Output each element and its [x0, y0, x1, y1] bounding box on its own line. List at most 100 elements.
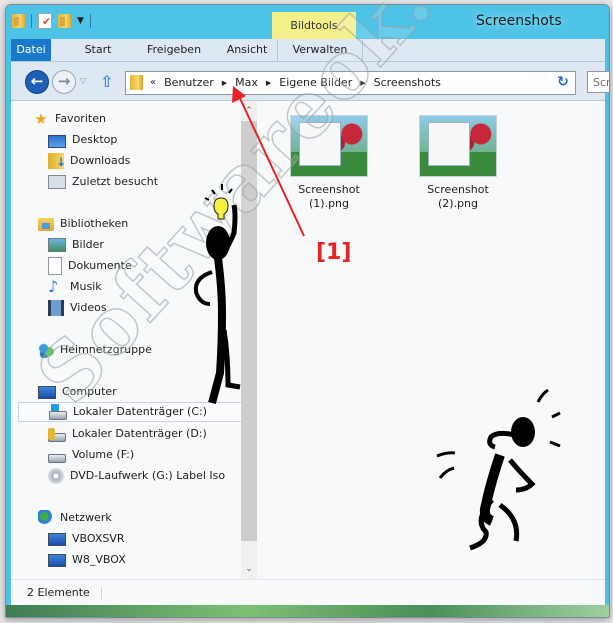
nav-label: Videos — [70, 301, 107, 314]
tab-ansicht[interactable]: Ansicht — [214, 39, 280, 61]
tab-verwalten[interactable]: Verwalten — [277, 39, 363, 61]
file-item[interactable]: Screenshot (2).png — [414, 115, 502, 211]
nav-label: Bilder — [72, 238, 104, 251]
nav-label: Lokaler Datenträger (D:) — [72, 427, 207, 440]
file-name: Screenshot (2).png — [414, 183, 502, 211]
nav-label: Desktop — [72, 133, 118, 146]
nav-label: Zuletzt besucht — [72, 175, 159, 188]
nav-computer[interactable]: Computer — [38, 382, 117, 402]
address-toolbar: ← → ▽ ⇧ « Benutzer ▶ Max ▶ Eigene Bilder… — [11, 62, 609, 101]
file-name: Screenshot (1).png — [285, 183, 373, 211]
network-icon — [38, 510, 54, 526]
nav-label: Netzwerk — [60, 511, 112, 524]
file-name-line: Screenshot — [427, 183, 489, 196]
nav-homegroup[interactable]: Heimnetzgruppe — [38, 340, 152, 360]
forward-button[interactable]: → — [52, 70, 76, 94]
breadcrumb-separator-icon[interactable]: ▶ — [360, 79, 365, 87]
search-input[interactable]: Scr — [587, 71, 609, 93]
nav-label: VBOXSVR — [72, 532, 125, 545]
image-thumbnail — [290, 115, 368, 177]
nav-recent-places[interactable]: Zuletzt besucht — [48, 172, 158, 192]
breadcrumb-eigene-bilder[interactable]: Eigene Bilder — [279, 76, 352, 89]
pictures-icon — [48, 238, 66, 252]
nav-label: Musik — [70, 280, 102, 293]
nav-documents[interactable]: Dokumente — [48, 256, 132, 276]
address-bar[interactable]: « Benutzer ▶ Max ▶ Eigene Bilder ▶ Scree… — [125, 71, 552, 95]
tab-datei[interactable]: Datei — [11, 39, 51, 61]
breadcrumb-max[interactable]: Max — [235, 76, 258, 89]
computer-icon — [38, 385, 56, 399]
nav-label: Lokaler Datenträger (C:) — [73, 405, 208, 418]
quick-access-toolbar: ▼ — [12, 13, 91, 29]
nav-libraries[interactable]: Bibliotheken — [38, 214, 128, 234]
file-name-line: Screenshot — [298, 183, 360, 196]
tab-freigeben[interactable]: Freigeben — [139, 39, 209, 61]
up-arrow-icon[interactable]: ⇧ — [100, 72, 113, 91]
network-computer-icon — [48, 532, 66, 546]
image-thumbnail — [419, 115, 497, 177]
overflow-chevron-icon[interactable]: « — [150, 77, 156, 88]
nav-label: W8_VBOX — [72, 553, 126, 566]
desktop-background-strip — [6, 605, 609, 617]
videos-icon — [48, 300, 64, 316]
nav-favorites[interactable]: ★ Favoriten — [33, 109, 106, 129]
nav-drive-c[interactable]: Lokaler Datenträger (C:) — [18, 402, 248, 422]
scroll-down-icon[interactable]: ⌄ — [241, 561, 257, 577]
back-button[interactable]: ← — [25, 70, 49, 94]
file-name-line: (2).png — [437, 197, 478, 210]
navigation-pane: ★ Favoriten Desktop Downloads Zuletzt be… — [11, 101, 257, 579]
recent-locations-icon[interactable]: ▽ — [80, 76, 86, 85]
nav-w8-vbox[interactable]: W8_VBOX — [48, 550, 126, 570]
tab-start[interactable]: Start — [68, 39, 128, 61]
status-bar: 2 Elemente — [11, 579, 605, 606]
nav-music[interactable]: ♪ Musik — [48, 277, 102, 297]
breadcrumb-benutzer[interactable]: Benutzer — [164, 76, 214, 89]
nav-label: Volume (F:) — [72, 448, 135, 461]
scrollbar-thumb[interactable] — [241, 121, 257, 541]
file-list: Screenshot (1).png Screenshot (2).png — [259, 101, 605, 579]
nav-drive-f[interactable]: Volume (F:) — [48, 445, 134, 465]
star-icon: ★ — [34, 110, 48, 128]
documents-icon — [48, 257, 62, 275]
nav-label: Bibliotheken — [60, 217, 129, 230]
libraries-icon — [38, 217, 54, 231]
nav-downloads[interactable]: Downloads — [48, 151, 131, 172]
nav-label: Downloads — [70, 154, 131, 167]
title-bar: ▼ Bildtools Screenshots — [6, 5, 609, 39]
window-title: Screenshots — [476, 13, 562, 29]
folder-icon[interactable] — [12, 14, 25, 28]
recent-places-icon — [48, 175, 66, 189]
refresh-button[interactable]: ↻ — [551, 71, 576, 95]
nav-pictures[interactable]: Bilder — [48, 235, 104, 255]
nav-drive-d[interactable]: Lokaler Datenträger (D:) — [48, 424, 207, 444]
nav-vboxsvr[interactable]: VBOXSVR — [48, 529, 125, 549]
nav-dvd-g[interactable]: DVD-Laufwerk (G:) Label Iso — [48, 466, 225, 486]
breadcrumb-separator-icon[interactable]: ▶ — [266, 79, 271, 87]
breadcrumb-separator-icon[interactable]: ▶ — [222, 79, 227, 87]
ribbon-tabs: Datei Start Freigeben Ansicht Verwalten — [11, 39, 605, 62]
contextual-tab-group-label: Bildtools — [272, 12, 356, 39]
customize-dropdown-icon[interactable]: ▼ — [77, 16, 84, 26]
content-area: ★ Favoriten Desktop Downloads Zuletzt be… — [11, 101, 605, 579]
downloads-icon — [48, 152, 66, 172]
toolbar-separator — [31, 14, 32, 28]
file-name-line: (1).png — [308, 197, 349, 210]
locked-drive-icon — [48, 428, 66, 442]
toolbar-separator — [89, 14, 91, 28]
nav-label: Dokumente — [68, 259, 132, 272]
nav-label: Heimnetzgruppe — [60, 343, 152, 356]
nav-network[interactable]: Netzwerk — [38, 508, 112, 528]
nav-desktop[interactable]: Desktop — [48, 130, 117, 150]
folder-icon — [130, 75, 143, 90]
new-folder-icon[interactable] — [58, 14, 71, 28]
nav-videos[interactable]: Videos — [48, 298, 107, 318]
explorer-window: ▼ Bildtools Screenshots Datei Start Frei… — [5, 4, 610, 618]
scroll-up-icon[interactable]: ⌃ — [241, 103, 257, 119]
file-item[interactable]: Screenshot (1).png — [285, 115, 373, 211]
windows-drive-icon — [49, 404, 67, 420]
music-note-icon: ♪ — [48, 277, 59, 296]
nav-label: Favoriten — [55, 112, 106, 125]
nav-label: Computer — [62, 385, 117, 398]
breadcrumb-screenshots[interactable]: Screenshots — [374, 76, 441, 89]
properties-icon[interactable] — [38, 13, 52, 29]
